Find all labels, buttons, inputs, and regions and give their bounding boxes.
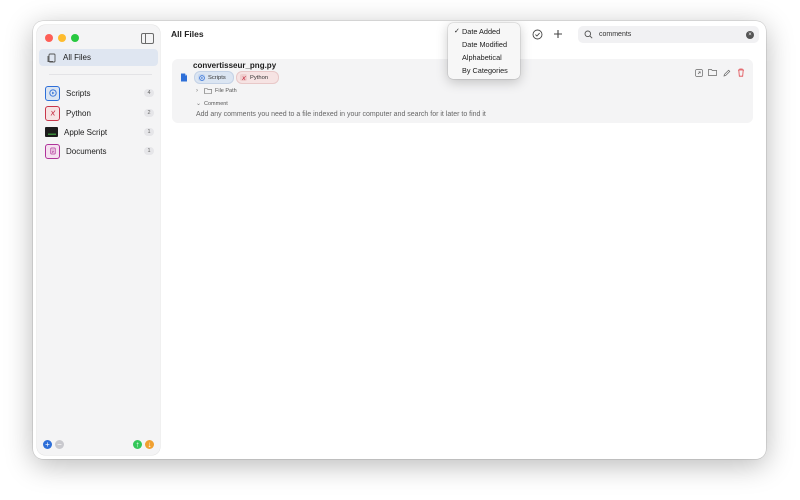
close-window-button[interactable] [45, 34, 53, 42]
checkmark-circle-icon[interactable] [531, 28, 543, 40]
comment-disclosure[interactable]: ⌄ Comment [196, 100, 228, 108]
sidebar-item-apple-script[interactable]: Apple Script 1 [45, 124, 157, 140]
count-badge: 2 [144, 109, 154, 117]
app-window: All Files Scripts 4 Python 2 Apple Scrip… [33, 21, 766, 459]
search-input[interactable]: comments [599, 31, 746, 38]
comment-label: Comment [204, 100, 228, 107]
add-category-icon[interactable]: + [43, 440, 52, 449]
file-actions [694, 68, 745, 77]
tag-label: Scripts [208, 74, 226, 81]
sidebar-item-label: Python [66, 108, 91, 118]
sort-option-label: Date Modified [462, 40, 508, 49]
file-path-disclosure[interactable]: › File Path [196, 88, 237, 94]
clear-search-icon[interactable]: × [746, 30, 754, 39]
count-badge: 1 [144, 147, 154, 155]
chevron-right-icon: › [196, 88, 198, 94]
sidebar-item-scripts[interactable]: Scripts 4 [45, 85, 157, 101]
terminal-icon [45, 127, 58, 137]
sort-option-alphabetical[interactable]: Alphabetical [448, 52, 520, 65]
trash-icon[interactable] [736, 68, 745, 77]
files-icon [47, 53, 57, 63]
file-icon [180, 69, 188, 82]
sidebar-footer-right: ↑ ↓ [133, 440, 154, 449]
python-icon [240, 74, 247, 81]
file-name: convertisseur_png.py [193, 61, 277, 70]
sidebar-divider [49, 74, 152, 75]
sort-menu: ✓ Date Added Date Modified Alphabetical … [448, 23, 520, 79]
search-icon [584, 30, 593, 39]
sort-option-date-modified[interactable]: Date Modified [448, 39, 520, 52]
sort-option-label: Alphabetical [462, 53, 502, 62]
comment-text[interactable]: Add any comments you need to a file inde… [196, 111, 486, 118]
sidebar-item-python[interactable]: Python 2 [45, 105, 157, 121]
count-badge: 4 [144, 89, 154, 97]
tag-python[interactable]: Python [236, 71, 279, 84]
checkmark-icon: ✓ [454, 28, 460, 35]
sidebar-item-label: Scripts [66, 88, 91, 98]
minimize-window-button[interactable] [58, 34, 66, 42]
sidebar-item-all-files[interactable]: All Files [39, 49, 158, 66]
tag-label: Python [250, 74, 269, 81]
edit-pencil-icon[interactable] [722, 68, 731, 77]
zoom-window-button[interactable] [71, 34, 79, 42]
sort-option-label: Date Added [462, 27, 501, 36]
sidebar: All Files Scripts 4 Python 2 Apple Scrip… [37, 25, 160, 455]
sidebar-footer-left: + − [43, 440, 64, 449]
sort-option-label: By Categories [462, 66, 508, 75]
sidebar-item-label: Documents [66, 146, 107, 156]
folder-icon [204, 88, 212, 94]
search-field[interactable]: comments × [578, 26, 759, 43]
sort-option-date-added[interactable]: ✓ Date Added [448, 26, 520, 39]
download-icon[interactable]: ↓ [145, 440, 154, 449]
scripts-icon [198, 74, 205, 81]
sidebar-item-label: All Files [63, 53, 92, 62]
upload-icon[interactable]: ↑ [133, 440, 142, 449]
sidebar-item-label: Apple Script [64, 127, 108, 137]
python-icon [45, 105, 60, 121]
sort-option-by-categories[interactable]: By Categories [448, 65, 520, 78]
open-file-icon[interactable] [694, 68, 703, 77]
scripts-icon [45, 85, 60, 101]
sidebar-item-documents[interactable]: Documents 1 [45, 143, 157, 159]
page-title: All Files [171, 29, 204, 39]
tag-scripts[interactable]: Scripts [194, 71, 234, 84]
remove-category-icon[interactable]: − [55, 440, 64, 449]
document-icon [45, 143, 60, 159]
file-path-label: File Path [215, 88, 237, 94]
show-in-folder-icon[interactable] [708, 68, 717, 77]
add-file-icon[interactable] [552, 28, 564, 40]
sidebar-toggle-icon[interactable] [141, 33, 154, 44]
chevron-down-icon: ⌄ [196, 101, 202, 107]
count-badge: 1 [144, 128, 154, 136]
